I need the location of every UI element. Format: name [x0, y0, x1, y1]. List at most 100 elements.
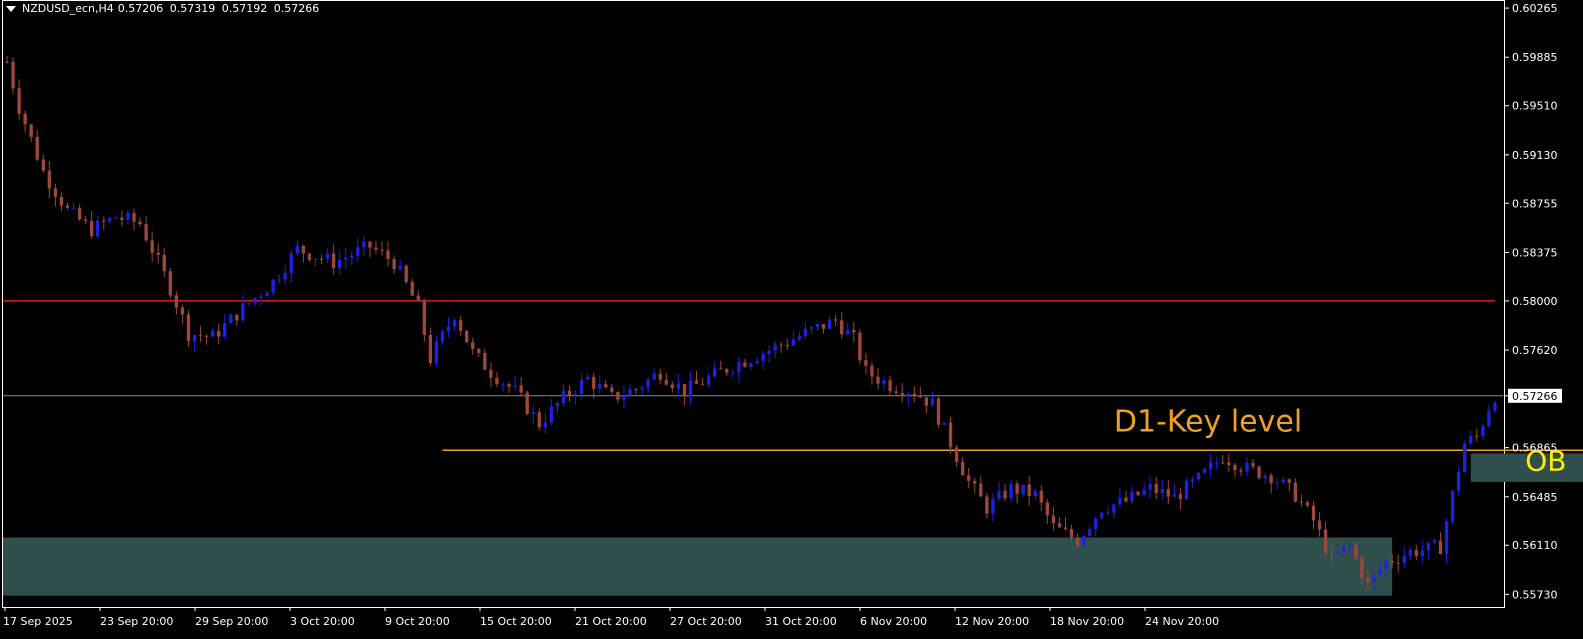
x-tick-label: 9 Oct 20:00 — [385, 615, 450, 628]
candle-body — [1124, 497, 1128, 502]
candle-body — [368, 241, 372, 248]
y-tick-label: 0.58755 — [1512, 197, 1558, 210]
candle-body — [749, 363, 753, 367]
candle-body — [1275, 482, 1279, 484]
candle-body — [725, 369, 729, 373]
candle-body — [519, 385, 523, 393]
candle-body — [1239, 470, 1243, 472]
candle-body — [1402, 555, 1406, 564]
candle-body — [670, 384, 675, 389]
candle-body — [186, 314, 191, 341]
candle-body — [555, 403, 560, 407]
candle-body — [942, 422, 947, 425]
candle-body — [477, 348, 481, 353]
candle-body — [809, 327, 814, 329]
candle-body — [682, 383, 687, 397]
candle-body — [628, 389, 632, 396]
candle-body — [888, 380, 892, 392]
candle-body — [676, 383, 681, 389]
candle-body — [253, 297, 257, 304]
candle-body — [1051, 515, 1056, 524]
candle-body — [985, 496, 989, 514]
current-price-label: 0.57266 — [1512, 390, 1558, 403]
candle-body — [967, 475, 971, 481]
candle-body — [1148, 483, 1152, 490]
candle-body — [410, 282, 414, 296]
candle-body — [59, 196, 64, 206]
candle-body — [700, 383, 705, 385]
candle-body — [235, 314, 239, 321]
candle-body — [870, 365, 874, 377]
candle-body — [743, 362, 747, 367]
candle-body — [706, 376, 711, 385]
candle-body — [392, 259, 396, 270]
candle-body — [1323, 529, 1328, 553]
candle-body — [1112, 504, 1116, 513]
candle-body — [1209, 462, 1213, 469]
time-axis: 17 Sep 2025 23 Sep 20:00 29 Sep 20:00 3 Oct… — [3, 607, 1219, 628]
candle-body — [1088, 529, 1092, 536]
candle-body — [652, 373, 656, 380]
candle-body — [1426, 542, 1431, 551]
candle-body — [1317, 520, 1322, 530]
candle-body — [247, 303, 251, 305]
candle-body — [1094, 518, 1098, 530]
price-axis: 0.60265 0.59885 0.59510 0.59130 0.58755 0.583… — [1505, 2, 1562, 601]
candle-body — [1015, 483, 1019, 494]
candle-body — [210, 330, 215, 337]
candle-body — [1172, 494, 1177, 497]
candle-body — [579, 379, 584, 395]
candle-body — [204, 335, 209, 337]
candle-body — [936, 398, 941, 425]
candle-body — [446, 326, 451, 332]
candle-body — [223, 322, 227, 337]
candle-body — [610, 387, 614, 392]
candle-body — [362, 241, 366, 248]
candle-body — [537, 412, 541, 428]
candle-body — [150, 240, 154, 253]
y-tick-label: 0.60265 — [1512, 2, 1558, 15]
candle-body — [1269, 475, 1273, 484]
x-tick-label: 15 Oct 20:00 — [480, 615, 552, 628]
candle-body — [634, 389, 638, 391]
candle-body — [719, 368, 723, 370]
candle-body — [1348, 545, 1352, 547]
candle-body — [1469, 435, 1473, 444]
candle-body — [434, 341, 439, 364]
candle-body — [1178, 494, 1183, 500]
candle-body — [979, 483, 983, 497]
candle-body — [640, 387, 644, 390]
x-tick-label: 3 Oct 20:00 — [290, 615, 355, 628]
candle-body — [307, 253, 312, 260]
candle-body — [162, 254, 166, 272]
candle-body — [1438, 540, 1443, 555]
candle-body — [331, 253, 336, 269]
x-tick-label: 6 Nov 20:00 — [860, 615, 927, 628]
candle-body — [1075, 537, 1080, 546]
candle-body — [1118, 497, 1122, 505]
candle-body — [1257, 466, 1261, 479]
candle-body — [561, 390, 566, 404]
candle-body — [259, 296, 263, 298]
candle-body — [1233, 464, 1237, 471]
candle-body — [1106, 512, 1110, 514]
candle-body — [301, 245, 306, 254]
candle-body — [755, 361, 759, 364]
candle-body — [120, 217, 124, 220]
candle-body — [29, 124, 33, 137]
candle-body — [1100, 512, 1104, 519]
candle-body — [217, 330, 221, 337]
candle-body — [1184, 480, 1189, 500]
candle-body — [174, 295, 179, 308]
candle-body — [1221, 462, 1225, 464]
candle-body — [1160, 488, 1164, 493]
candle-body — [138, 221, 142, 225]
candle-body — [1196, 472, 1201, 480]
candle-body — [1281, 479, 1285, 483]
price-chart[interactable]: D1-Key levelOB✓ 0.602650.598850.595100.5… — [0, 0, 1583, 639]
candle-body — [1190, 479, 1195, 481]
candle-body — [1142, 489, 1146, 496]
candle-body — [295, 245, 299, 254]
candle-body — [1311, 505, 1316, 521]
candle-body — [489, 369, 493, 378]
